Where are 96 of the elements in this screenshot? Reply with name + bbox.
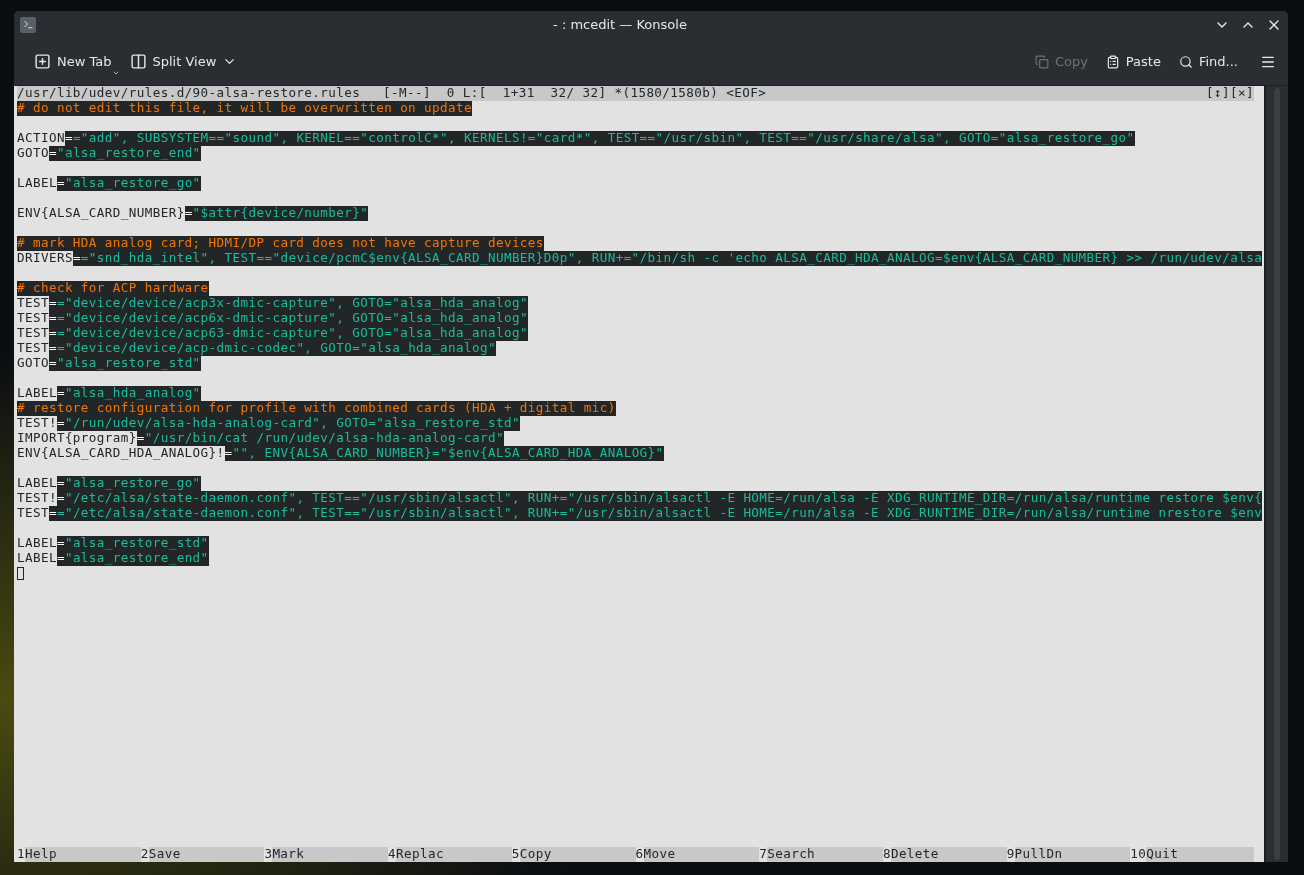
function-key[interactable]: Quit xyxy=(1146,847,1255,862)
operator: = xyxy=(56,416,65,431)
function-key-number: 1 xyxy=(17,847,25,862)
function-key[interactable]: Mark xyxy=(272,847,389,862)
search-icon xyxy=(1178,54,1193,69)
rule-key: ACTION xyxy=(17,131,65,146)
rule-key: TEST xyxy=(17,506,49,521)
window-title: - : mcedit — Konsole xyxy=(552,17,688,32)
caret-icon xyxy=(111,69,120,77)
rule-value: "alsa_restore_go" xyxy=(64,476,201,491)
rule-value: "alsa_restore_go" xyxy=(64,176,201,191)
new-tab-icon xyxy=(34,53,51,70)
operator: = xyxy=(184,206,193,221)
function-key[interactable]: Copy xyxy=(519,847,636,862)
function-key-number: 9 xyxy=(1006,847,1015,862)
rule-value: "", ENV{ALSA_CARD_NUMBER}="$env{ALSA_CARD_HDA_ANALOG}" xyxy=(232,446,664,461)
text-cursor xyxy=(17,567,24,580)
rule-value: ="snd_hda_intel", TEST=="device/pcmC$env{ALSA_CARD_NUMBER}D0p", RUN+="/bin/sh -c 'echo ALSA_CARD_HDA_ANALOG=$env{ALSA_CARD_NUMBER} >> /run/udev/alsa xyxy=(80,251,1263,266)
function-key[interactable]: Search xyxy=(767,847,883,862)
operator: = xyxy=(48,311,57,326)
function-key-number: 8 xyxy=(882,847,891,862)
function-key[interactable]: Save xyxy=(148,847,265,862)
rule-value: "/usr/bin/cat /run/udev/alsa-hda-analog-card" xyxy=(144,431,504,446)
code-comment: # restore configuration for profile with combined cards (HDA + digital mic) xyxy=(17,401,616,416)
function-key-number: 3 xyxy=(264,847,273,862)
operator: = xyxy=(48,326,57,341)
rule-value: "alsa_restore_std" xyxy=(56,356,201,371)
split-view-icon xyxy=(129,53,147,70)
clipboard-icon xyxy=(1105,54,1120,69)
find-button[interactable]: Find... xyxy=(1172,50,1244,73)
split-button[interactable]: Split View xyxy=(123,49,244,74)
rule-key: DRIVERS xyxy=(17,251,73,266)
operator: = xyxy=(48,296,57,311)
rule-key: LABEL xyxy=(17,386,57,401)
rule-value: ="/etc/alsa/state-daemon.conf", TEST=="/usr/sbin/alsactl", RUN+="/usr/sbin/alsactl -E HOME=/run/alsa -E XDG_RUNTIME_DIR=/run/alsa/runtime nrestore $env xyxy=(56,506,1263,521)
rule-value: ="add", SUBSYSTEM=="sound", KERNEL=="controlC*", KERNELS!="card*", TEST=="/usr/sbin", TEST=="/usr/share/alsa", GOTO="alsa_restore_go" xyxy=(72,131,1135,146)
rule-value: "/etc/alsa/state-daemon.conf", TEST=="/usr/sbin/alsactl", RUN+="/usr/sbin/alsactl -E HOME=/run/alsa -E XDG_RUNTIME_DIR=/run/alsa/runtime restore $env{ xyxy=(64,491,1263,506)
function-key[interactable]: Move xyxy=(643,847,760,862)
function-key-number: 10 xyxy=(1130,847,1147,862)
function-key-number: 4 xyxy=(388,847,397,862)
function-key[interactable]: Delete xyxy=(890,847,1007,862)
code-comment: # check for ACP hardware xyxy=(17,281,209,296)
operator: = xyxy=(56,476,65,491)
rule-key: LABEL xyxy=(17,176,57,191)
file-path: /usr/lib/udev/rules.d/90-alsa-restore.rules xyxy=(17,86,361,101)
function-key[interactable]: Help xyxy=(25,847,141,862)
operator: = xyxy=(136,431,145,446)
rule-key: TEST xyxy=(17,341,49,356)
operator: = xyxy=(48,506,57,521)
paste-button[interactable]: Paste xyxy=(1099,50,1167,73)
rule-value: "alsa_restore_end" xyxy=(56,146,201,161)
rule-value: ="device/device/acp-dmic-codec", GOTO="alsa_hda_analog" xyxy=(56,341,496,356)
operator: = xyxy=(64,131,73,146)
function-key-number: 6 xyxy=(635,847,644,862)
rule-value: "alsa_hda_analog" xyxy=(64,386,201,401)
operator: = xyxy=(48,146,57,161)
rule-value: ="device/device/acp6x-dmic-capture", GOTO="alsa_hda_analog" xyxy=(56,311,528,326)
rule-key: TEST! xyxy=(17,491,57,506)
rule-key: GOTO xyxy=(17,146,49,161)
rule-key: TEST xyxy=(17,311,49,326)
rule-key: TEST! xyxy=(17,416,57,431)
rule-key: ENV{ALSA_CARD_HDA_ANALOG}! xyxy=(17,446,225,461)
operator: = xyxy=(56,551,65,566)
code-comment: # do not edit this file, it will be overwritten on update xyxy=(17,101,472,116)
window-controls[interactable]: [↕][×] xyxy=(1206,86,1254,101)
operator: = xyxy=(48,341,57,356)
operator: = xyxy=(56,176,65,191)
rule-key: IMPORT{program} xyxy=(17,431,137,446)
rule-key: TEST xyxy=(17,296,49,311)
rule-value: ="device/device/acp3x-dmic-capture", GOTO="alsa_hda_analog" xyxy=(56,296,528,311)
rule-value: ="device/device/acp63-dmic-capture", GOTO="alsa_hda_analog" xyxy=(56,326,528,341)
rule-key: LABEL xyxy=(17,476,57,491)
rule-value: "alsa_restore_std" xyxy=(64,536,209,551)
operator: = xyxy=(72,251,81,266)
rule-value: "$attr{device/number}" xyxy=(192,206,369,221)
rule-key: LABEL xyxy=(17,551,57,566)
newtab-button[interactable]: New Tab xyxy=(28,49,118,74)
rule-key: TEST xyxy=(17,326,49,341)
function-key-number: 5 xyxy=(511,847,520,862)
function-key-number: 2 xyxy=(140,847,149,862)
rule-key: GOTO xyxy=(17,356,49,371)
function-key-number: 7 xyxy=(759,847,768,862)
operator: = xyxy=(56,386,65,401)
rule-value: "alsa_restore_end" xyxy=(64,551,209,566)
status-info: [-M--] 0 L:[ 1+31 32/ 32] *(1580/1580b) <EOF> xyxy=(382,86,767,101)
rule-key: LABEL xyxy=(17,536,57,551)
function-key[interactable]: PullDn xyxy=(1014,847,1131,862)
code-comment: # mark HDA analog card; HDMI/DP card does not have capture devices xyxy=(17,236,544,251)
function-key[interactable]: Replac xyxy=(396,847,512,862)
rule-value: "/run/udev/alsa-hda-analog-card", GOTO="alsa_restore_std" xyxy=(64,416,520,431)
operator: = xyxy=(48,356,57,371)
rule-key: ENV{ALSA_CARD_NUMBER} xyxy=(17,206,185,221)
operator: = xyxy=(56,536,65,551)
copy-icon xyxy=(1034,54,1049,69)
operator: = xyxy=(56,491,65,506)
operator: = xyxy=(224,446,233,461)
